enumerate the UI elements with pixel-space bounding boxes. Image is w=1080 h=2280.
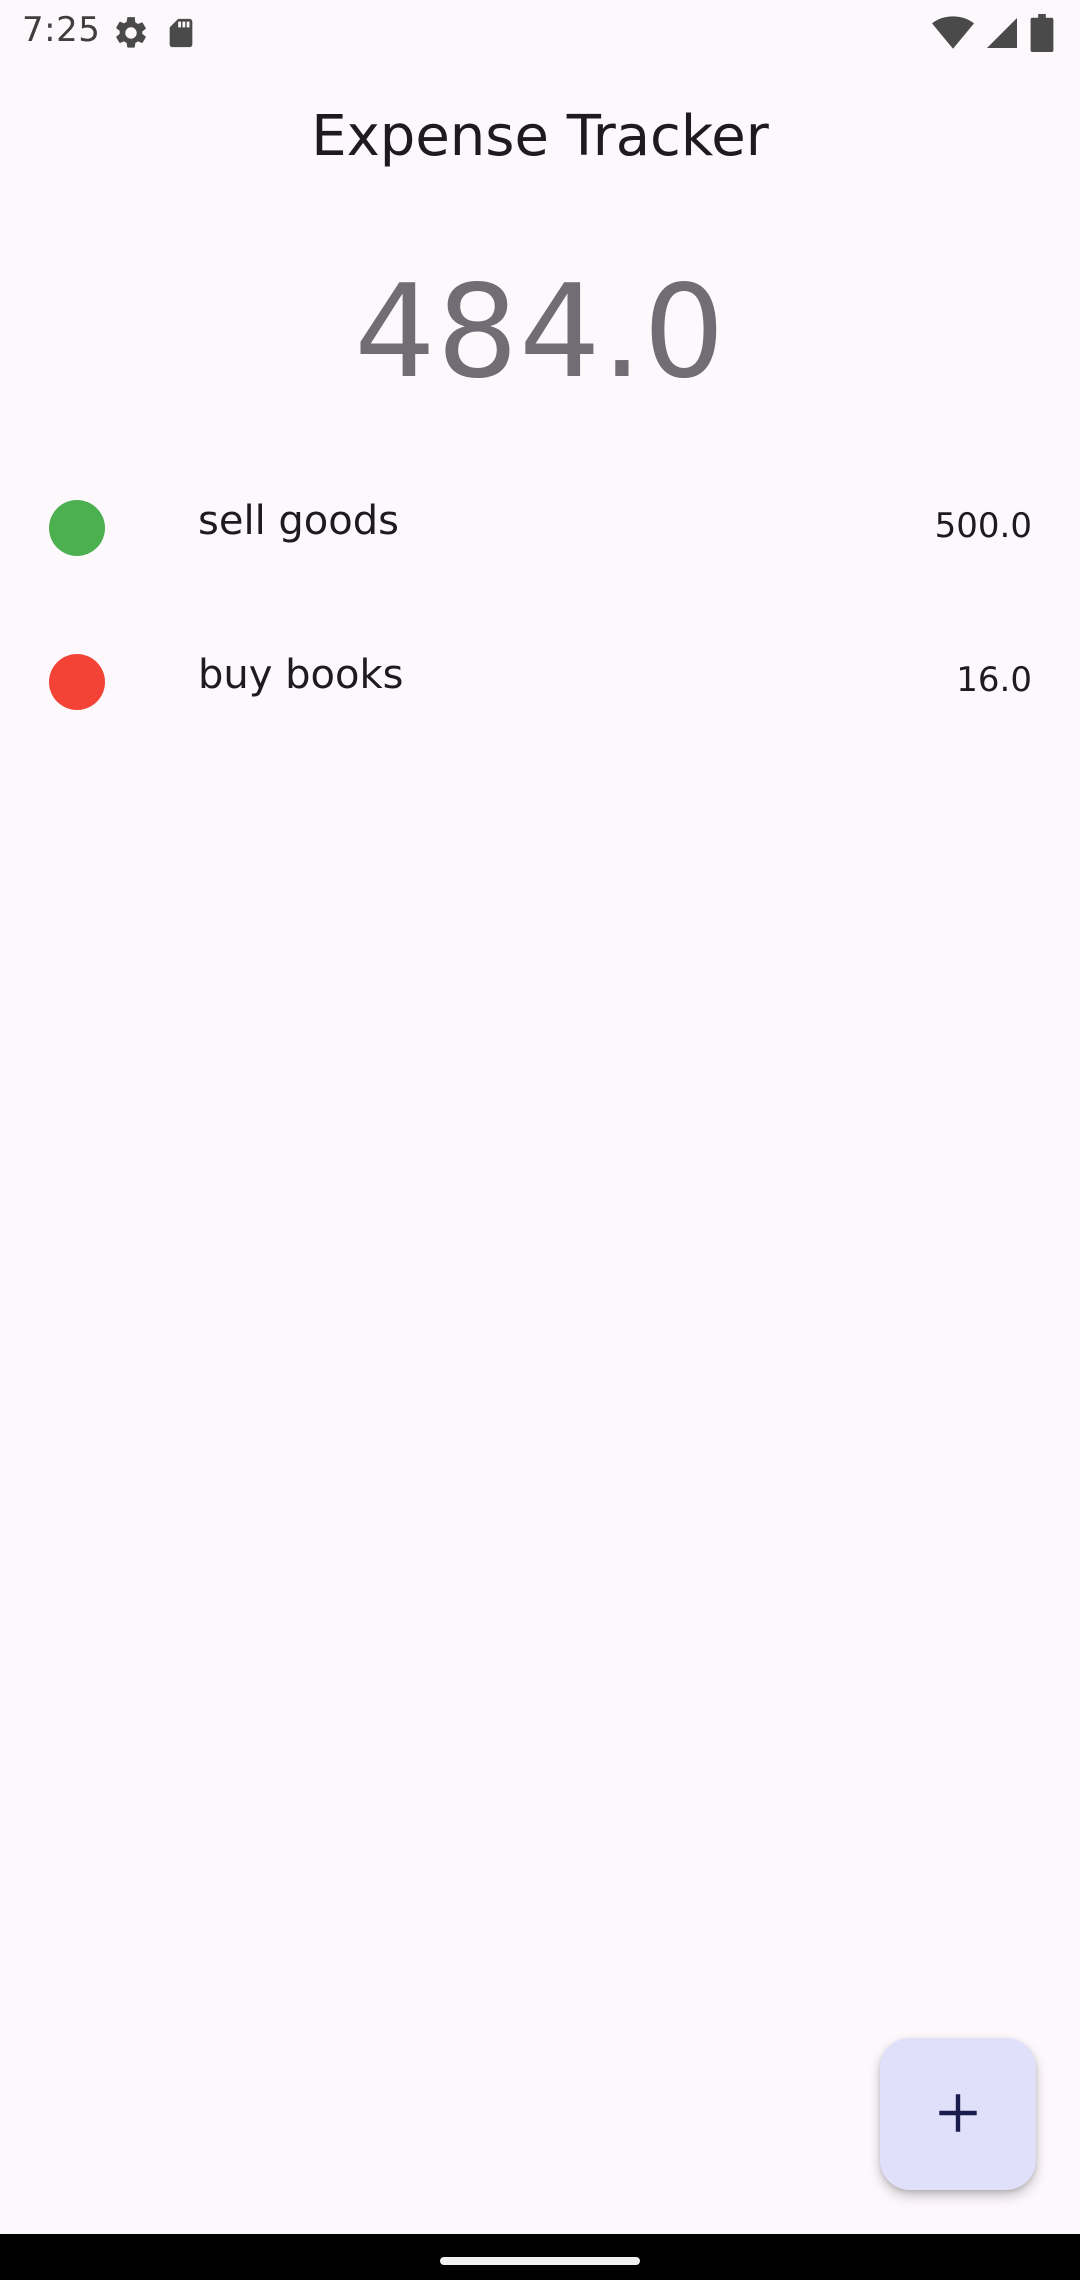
list-item[interactable]: buy books 16.0 xyxy=(0,628,1080,782)
list-item[interactable]: sell goods 500.0 xyxy=(0,474,1080,628)
plus-icon xyxy=(936,2091,980,2138)
home-gesture-handle[interactable] xyxy=(440,2257,640,2265)
transaction-list: sell goods 500.0 buy books 16.0 xyxy=(0,474,1080,782)
transaction-amount: 16.0 xyxy=(956,660,1032,700)
income-indicator-dot xyxy=(49,500,105,556)
transaction-amount: 500.0 xyxy=(934,506,1032,546)
wifi-icon xyxy=(932,15,974,55)
add-transaction-button[interactable] xyxy=(880,2038,1036,2190)
expense-indicator-dot xyxy=(49,654,105,710)
sd-card-icon xyxy=(164,14,198,56)
battery-icon xyxy=(1030,14,1054,56)
cellular-signal-icon xyxy=(984,15,1020,55)
status-left-icons xyxy=(112,14,198,56)
navigation-bar xyxy=(0,2234,1080,2280)
balance-total: 484.0 xyxy=(354,258,726,407)
page-title: Expense Tracker xyxy=(311,104,769,169)
gear-icon xyxy=(112,14,150,56)
status-right-icons xyxy=(932,14,1054,56)
transaction-title: buy books xyxy=(198,652,404,698)
transaction-title: sell goods xyxy=(198,498,399,544)
status-time: 7:25 xyxy=(22,10,101,50)
status-bar: 7:25 xyxy=(0,0,1080,64)
